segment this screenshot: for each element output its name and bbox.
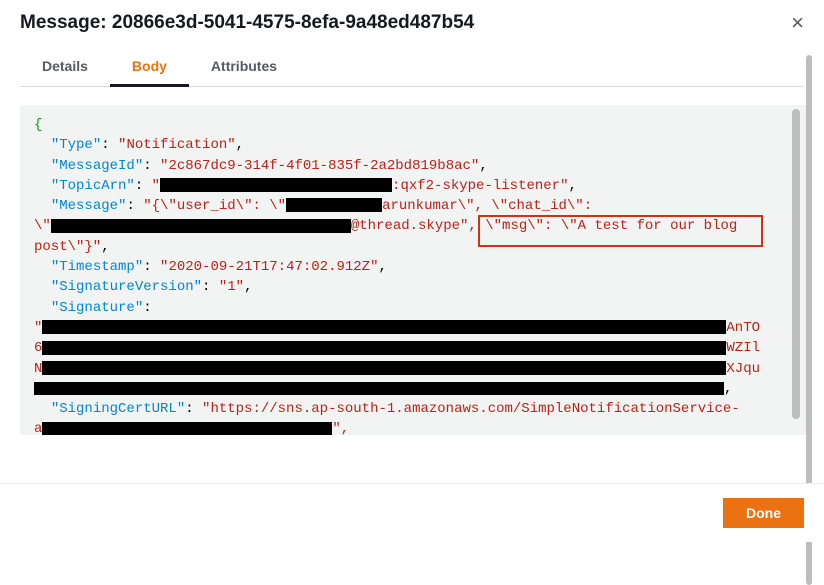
redacted-userid <box>286 198 382 212</box>
redacted-topicarn <box>160 178 392 192</box>
message-body-code: { "Type": "Notification", "MessageId": "… <box>20 105 812 435</box>
tab-details[interactable]: Details <box>20 48 110 87</box>
done-button[interactable]: Done <box>723 498 804 528</box>
redacted-signingcert <box>42 422 332 435</box>
tab-bar: Details Body Attributes <box>20 48 804 87</box>
modal-title: Message: 20866e3d-5041-4575-8efa-9a48ed4… <box>20 12 474 34</box>
tab-attributes[interactable]: Attributes <box>189 48 299 87</box>
modal-footer: Done <box>0 483 824 542</box>
modal-header: Message: 20866e3d-5041-4575-8efa-9a48ed4… <box>0 0 824 48</box>
redacted-signature-line1 <box>42 320 726 334</box>
redacted-signature-line4 <box>34 382 724 395</box>
redacted-signature-line3 <box>42 361 726 375</box>
close-button[interactable]: × <box>791 12 804 34</box>
json-pretty: { "Type": "Notification", "MessageId": "… <box>34 115 798 435</box>
code-scrollbar[interactable] <box>792 109 800 419</box>
body-panel-wrap: { "Type": "Notification", "MessageId": "… <box>20 105 812 435</box>
json-brace-open: { <box>34 117 42 133</box>
redacted-chatid <box>51 219 351 233</box>
redacted-signature-line2 <box>42 341 726 355</box>
tab-body[interactable]: Body <box>110 48 189 87</box>
highlighted-msg: \"msg\": \"A test for our blog <box>485 218 737 234</box>
